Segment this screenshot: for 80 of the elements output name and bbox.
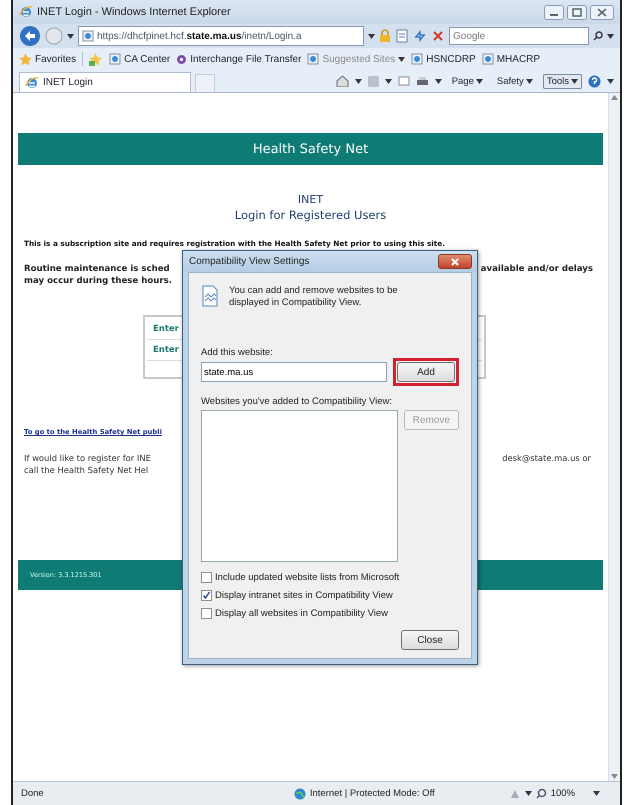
address-field[interactable]: https://dhcfpinet.hcf.state.ma.us/inetn/Login.a: [78, 26, 364, 46]
page-title: INET: [298, 193, 324, 206]
globe-icon: [294, 788, 306, 800]
toolbar-menu-button[interactable]: Tools: [542, 74, 582, 88]
lock-icon: [379, 29, 391, 43]
maintenance-text: may occur during these hours.: [24, 275, 172, 287]
url-text: https://dhcfpinet.hcf.state.ma.us/inetn/Login.a: [97, 30, 302, 42]
search-field[interactable]: Google: [449, 27, 589, 45]
website-input-field[interactable]: state.ma.us: [201, 362, 387, 382]
favorite-link[interactable]: HSNCDRP: [411, 53, 476, 65]
home-icon[interactable]: [336, 75, 349, 87]
search-icon[interactable]: [593, 31, 603, 41]
caret-icon: [368, 34, 375, 38]
back-icon[interactable]: [19, 25, 41, 47]
page-icon: [482, 53, 494, 65]
maintenance-text: Routine maintenance is sched: [24, 263, 171, 275]
close-button[interactable]: [438, 254, 472, 269]
caret-icon: [526, 78, 533, 84]
checkbox-label: Display all websites in Compatibility View: [215, 608, 388, 619]
close-button[interactable]: Close: [401, 630, 459, 650]
website-list[interactable]: [201, 410, 398, 562]
caret-icon: [434, 78, 442, 84]
scrollbar[interactable]: [608, 93, 620, 781]
checkbox[interactable]: [201, 590, 212, 601]
close-icon[interactable]: [590, 4, 614, 20]
toolbar-menu-button[interactable]: Page: [448, 74, 487, 88]
status-text: Done: [21, 788, 44, 799]
printer-icon[interactable]: [416, 76, 429, 86]
browser-logo-icon: [19, 5, 33, 19]
site-title: Health Safety Net: [252, 142, 368, 156]
tab-logo-icon: [25, 76, 39, 90]
caret-icon: [593, 791, 600, 796]
checkbox-label: Display intranet sites in Compatibility View: [215, 590, 393, 601]
caret-icon: [398, 56, 406, 62]
caret-icon: [354, 78, 362, 84]
register-text: If would like to register for INE: [24, 452, 151, 464]
favorite-link[interactable]: Interchange File Transfer: [176, 54, 302, 64]
caret-icon: [607, 78, 614, 84]
dialog-description: You can add and remove websites to be displayed in Compatibility View.: [229, 285, 399, 309]
zoom-icon: [536, 788, 547, 799]
window-title: INET Login - Windows Internet Explorer: [37, 6, 231, 18]
checkbox[interactable]: [201, 608, 212, 619]
list-label: Websites you've added to Compatibility View:: [201, 396, 394, 407]
page-icon: [82, 30, 94, 42]
scroll-up-icon[interactable]: [611, 95, 618, 100]
stop-icon[interactable]: [431, 29, 445, 43]
register-text: desk@state.ma.us or: [502, 452, 591, 464]
favorite-link[interactable]: MHACRP: [482, 53, 540, 65]
caret-icon: [476, 78, 483, 84]
compatibility-view-icon: [201, 285, 219, 307]
help-icon[interactable]: [588, 74, 601, 88]
field-label: Add this website:: [201, 347, 274, 358]
add-favorite-icon[interactable]: [89, 52, 104, 66]
dialog-title: Compatibility View Settings: [189, 256, 310, 267]
register-text: call the Health Safety Net Hel: [24, 464, 150, 476]
checkbox-label: Include updated website lists from Microsoft: [215, 572, 400, 583]
star-icon: [19, 52, 32, 66]
favorites-button[interactable]: Favorites: [19, 52, 76, 66]
checkbox[interactable]: [201, 572, 212, 583]
maximize-icon[interactable]: [567, 4, 587, 20]
compatibility-view-icon[interactable]: [395, 29, 409, 43]
page-icon: [411, 53, 424, 65]
close-icon: [451, 258, 459, 266]
scroll-down-icon[interactable]: [611, 774, 618, 779]
security-zone-text: Internet | Protected Mode: Off: [310, 788, 435, 799]
caret-icon: [384, 78, 392, 84]
browser-tab[interactable]: INET Login: [19, 72, 191, 92]
minimize-icon[interactable]: [544, 4, 564, 20]
page-subtitle: Login for Registered Users: [234, 208, 386, 222]
caret-icon: [607, 34, 614, 38]
page-icon: [307, 53, 320, 65]
maintenance-text: available and/or delays: [480, 263, 593, 275]
page-icon: [109, 53, 122, 65]
caret-icon: [571, 78, 578, 84]
caret-icon: [524, 791, 532, 796]
favorite-link[interactable]: CA Center: [109, 53, 170, 65]
zoom-level[interactable]: 100%: [550, 788, 575, 799]
recent-pages-caret-icon: [67, 34, 74, 38]
toolbar-menu-button[interactable]: Safety: [492, 74, 537, 88]
add-button[interactable]: Add: [397, 362, 455, 382]
